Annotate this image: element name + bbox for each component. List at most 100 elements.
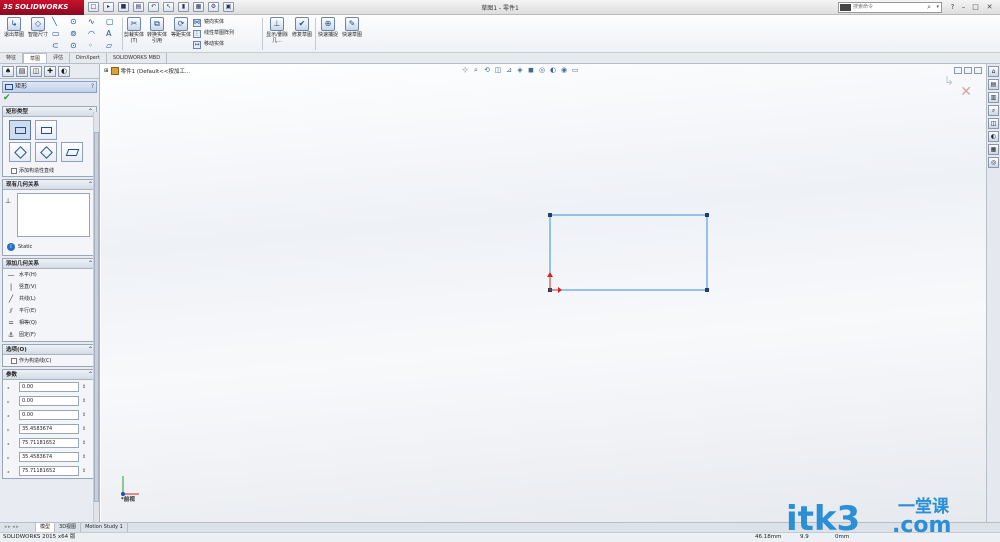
solidworks-resources-icon[interactable]: ⌂: [988, 66, 999, 77]
trim-entities-button[interactable]: ✂ 剪裁实体(T): [123, 16, 145, 52]
parameters-header[interactable]: 参数 ⌃: [3, 370, 96, 380]
smart-dimension-button[interactable]: ◇ 智能尺寸: [27, 16, 49, 52]
panel-scrollbar[interactable]: [93, 112, 99, 522]
mirror-entities-button[interactable]: ⋈ 镜向实体: [193, 17, 234, 28]
slot-icon[interactable]: ⊂: [50, 40, 68, 52]
tab-motion-study[interactable]: Motion Study 1: [81, 523, 128, 532]
tab-sketch[interactable]: 草图: [23, 53, 48, 63]
open-icon[interactable]: ▸: [103, 2, 114, 12]
move-entities-button[interactable]: ↔ 移动实体: [193, 39, 234, 50]
param-value-input[interactable]: 75.71181652: [19, 438, 79, 448]
help-icon[interactable]: ?: [91, 82, 94, 92]
param-value-input[interactable]: 35.4583674: [19, 424, 79, 434]
tab-scroll-arrows[interactable]: ◂ ▸ ◂ ▸: [0, 523, 36, 532]
tab-dimxpert[interactable]: DimXpert: [70, 53, 107, 63]
convert-entities-button[interactable]: ⧉ 转换实体引用: [146, 16, 168, 52]
corner-rectangle-button[interactable]: [9, 120, 31, 140]
spinner-icon[interactable]: ⇕: [82, 440, 86, 446]
rapid-snaps-button[interactable]: ⊕ 快速捕捉: [317, 16, 339, 52]
centerline-icon[interactable]: ◦: [86, 40, 104, 52]
display-delete-relations-button[interactable]: ⊥ 显示/删除几...: [265, 16, 289, 52]
search-results-icon[interactable]: ⌕: [988, 105, 999, 116]
design-library-icon[interactable]: ▤: [988, 79, 999, 90]
feature-manager-icon[interactable]: ♠: [2, 66, 14, 77]
dimension-text-icon[interactable]: ▢: [104, 16, 122, 28]
spinner-icon[interactable]: ⇕: [82, 384, 86, 390]
parallelogram-button[interactable]: [61, 142, 83, 162]
sketch-endpoint[interactable]: [548, 213, 552, 217]
tab-mbd[interactable]: SOLIDWORKS MBD: [107, 53, 168, 63]
center-rectangle-button[interactable]: [35, 120, 57, 140]
options-header[interactable]: 选项(O) ⌃: [3, 345, 96, 355]
sketch-rectangle[interactable]: [549, 214, 708, 291]
existing-relations-header[interactable]: 现有几何关系 ⌃: [3, 180, 96, 190]
param-value-input[interactable]: 0.00: [19, 382, 79, 392]
select-icon[interactable]: ↖: [163, 2, 174, 12]
rapid-sketch-button[interactable]: ✎ 快速草图: [341, 16, 363, 52]
param-value-input[interactable]: 75.71181652: [19, 466, 79, 476]
appearances-icon[interactable]: ◐: [988, 131, 999, 142]
spinner-icon[interactable]: ⇕: [82, 454, 86, 460]
point-icon[interactable]: ⊙: [68, 40, 86, 52]
spinner-icon[interactable]: ⇕: [82, 468, 86, 474]
add-construction-lines-checkbox[interactable]: 添加构造性直线: [3, 165, 96, 176]
add-relations-header[interactable]: 添加几何关系 ⌃: [3, 259, 96, 269]
3point-corner-rectangle-button[interactable]: [9, 142, 31, 162]
graphics-area[interactable]: ⊞ 零件1 (Default<<按加工... ⊹ ⌕ ⟲ ◫ ⊿ ◈ ◼ ◎ ◐…: [101, 64, 986, 522]
relation-fix[interactable]: ⚓ 固定(F): [3, 329, 96, 341]
file-explorer-icon[interactable]: ▥: [988, 92, 999, 103]
rectangle-icon[interactable]: ▭: [50, 28, 68, 40]
relation-horizontal[interactable]: — 水平(H): [3, 269, 96, 281]
display-manager-icon[interactable]: ◐: [58, 66, 70, 77]
options-icon[interactable]: ⚙: [208, 2, 219, 12]
circle-icon[interactable]: ⊙: [68, 16, 86, 28]
save-icon[interactable]: ■: [118, 2, 129, 12]
view-palette-icon[interactable]: ◫: [988, 118, 999, 129]
for-construction-checkbox[interactable]: 作为构造线(C): [3, 355, 96, 366]
tab-features[interactable]: 特征: [0, 53, 24, 63]
chevron-down-icon[interactable]: ▾: [936, 3, 939, 12]
sketch-canvas[interactable]: [101, 64, 986, 522]
exit-sketch-button[interactable]: ↳ 退出草图: [3, 16, 25, 52]
tab-evaluate[interactable]: 评估: [47, 53, 71, 63]
sketch-endpoint[interactable]: [705, 213, 709, 217]
spinner-icon[interactable]: ⇕: [82, 398, 86, 404]
spinner-icon[interactable]: ⇕: [82, 412, 86, 418]
solidworks-logo[interactable]: 3S SOLIDWORKS: [0, 0, 84, 15]
3point-center-rectangle-button[interactable]: [35, 142, 57, 162]
existing-relations-list[interactable]: [17, 193, 90, 237]
param-value-input[interactable]: 0.00: [19, 396, 79, 406]
dimxpert-manager-icon[interactable]: ✚: [44, 66, 56, 77]
scroll-thumb[interactable]: [94, 132, 99, 502]
property-manager-icon[interactable]: ▤: [16, 66, 28, 77]
configuration-manager-icon[interactable]: ◫: [30, 66, 42, 77]
new-icon[interactable]: □: [88, 2, 99, 12]
relation-equal[interactable]: = 相等(Q): [3, 317, 96, 329]
restore-icon[interactable]: □: [970, 2, 981, 12]
magnifier-icon[interactable]: ⌕: [927, 3, 931, 12]
line-icon[interactable]: ╲: [50, 16, 68, 28]
file-properties-icon[interactable]: ▦: [193, 2, 204, 12]
tab-3d-views[interactable]: 3D视图: [55, 523, 82, 532]
relation-vertical[interactable]: | 竖直(V): [3, 281, 96, 293]
minimize-icon[interactable]: –: [958, 2, 969, 12]
polygon-icon[interactable]: ⊚: [68, 28, 86, 40]
relation-collinear[interactable]: ╱ 共线(L): [3, 293, 96, 305]
param-value-input[interactable]: 35.4583674: [19, 452, 79, 462]
print-icon[interactable]: ▤: [133, 2, 144, 12]
offset-entities-button[interactable]: ⟳ 等距实体: [170, 16, 192, 52]
tab-model[interactable]: 模型: [36, 523, 56, 532]
save-as-icon[interactable]: ▣: [223, 2, 234, 12]
custom-properties-icon[interactable]: ▦: [988, 144, 999, 155]
spline-icon[interactable]: ∿: [86, 16, 104, 28]
forum-icon[interactable]: ◎: [988, 157, 999, 168]
spinner-icon[interactable]: ⇕: [82, 426, 86, 432]
sketch-endpoint[interactable]: [705, 288, 709, 292]
param-value-input[interactable]: 0.00: [19, 410, 79, 420]
help-icon[interactable]: ?: [947, 2, 958, 12]
plane-icon[interactable]: ▱: [104, 40, 122, 52]
rebuild-icon[interactable]: ▮: [178, 2, 189, 12]
close-icon[interactable]: ✕: [984, 2, 995, 12]
rectangle-type-header[interactable]: 矩形类型 ⌃: [3, 107, 96, 117]
undo-icon[interactable]: ↶: [148, 2, 159, 12]
